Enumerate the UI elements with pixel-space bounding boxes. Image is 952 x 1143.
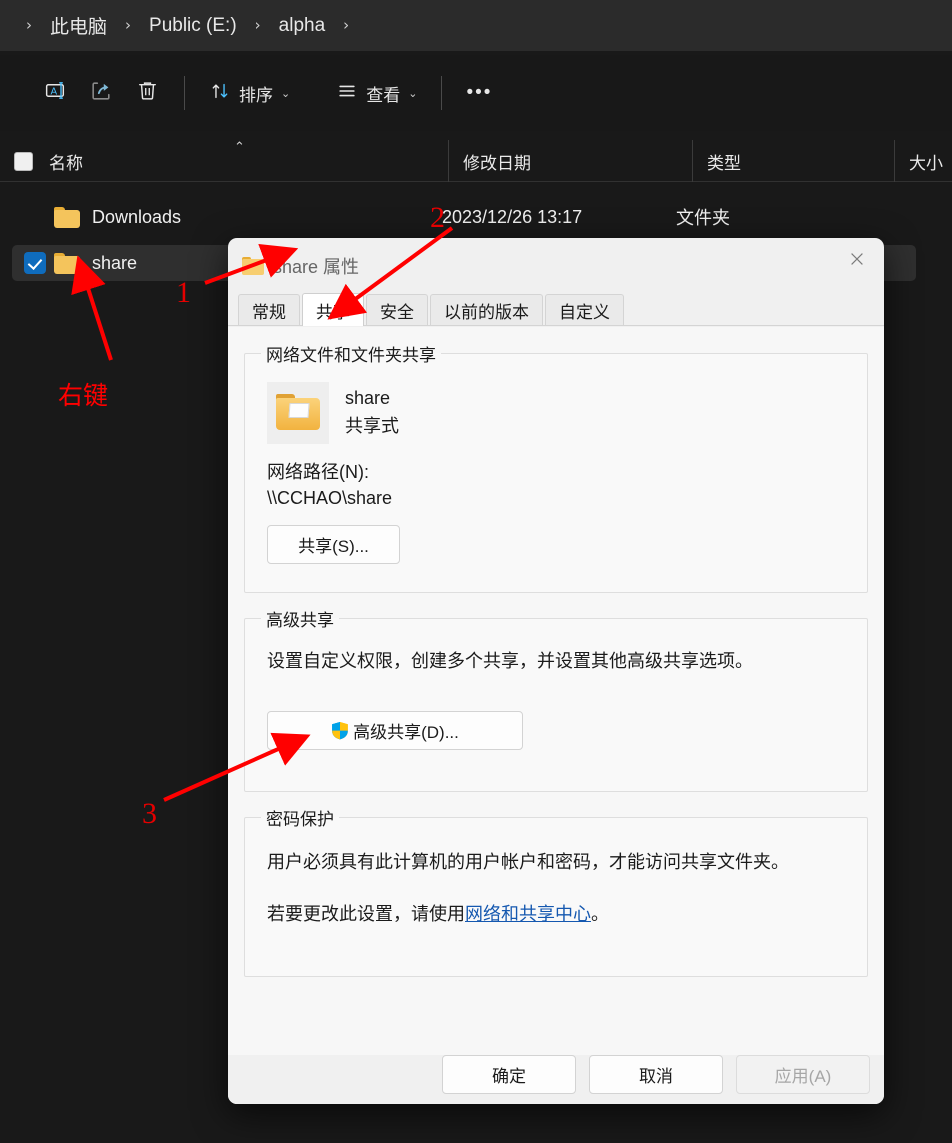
dialog-title: share 属性 [273, 257, 360, 277]
delete-button[interactable] [124, 70, 170, 116]
close-icon [848, 249, 866, 273]
network-path-value: \\CCHAO\share [267, 488, 393, 508]
folder-icon [54, 252, 80, 274]
folder-icon [242, 257, 264, 275]
file-type-cell: 文件夹 [676, 208, 730, 228]
uac-shield-icon [331, 721, 349, 740]
shared-folder-state: 共享式 [345, 416, 399, 436]
share-button[interactable] [78, 70, 124, 116]
column-header-date-modified[interactable]: 修改日期 [448, 140, 692, 182]
share-button[interactable]: 共享(S)... [267, 525, 400, 564]
apply-button[interactable]: 应用(A) [736, 1055, 870, 1094]
chevron-right-icon[interactable]: › [247, 18, 269, 33]
breadcrumb-separator-leading-icon: › [26, 16, 32, 34]
breadcrumb-public-e[interactable]: Public (E:) [139, 12, 247, 40]
advanced-sharing-group: 高级共享 设置自定义权限，创建多个共享，并设置其他高级共享选项。 高级共享(D)… [244, 606, 868, 792]
network-sharing-group: 网络文件和文件夹共享 share 共享式 网络路径(N): \\CCHAO\sh… [244, 341, 868, 593]
password-protection-legend: 密码保护 [266, 810, 334, 829]
rename-button[interactable]: A [32, 70, 78, 116]
command-bar: A 排序 ⌄ 查看 ⌄ ••• [0, 55, 952, 131]
sort-label: 排序 [239, 85, 273, 105]
password-protection-line2: 若要更改此设置，请使用网络和共享中心。 [267, 900, 851, 926]
network-sharing-legend: 网络文件和文件夹共享 [266, 346, 436, 365]
breadcrumb-this-pc[interactable]: 此电脑 [40, 9, 117, 42]
address-bar[interactable]: › 此电脑 › Public (E:) › alpha › [0, 0, 952, 51]
password-protection-line2-prefix: 若要更改此设置，请使用 [267, 904, 465, 924]
column-header-size-label: 大小 [909, 153, 943, 173]
ok-button[interactable]: 确定 [442, 1055, 576, 1094]
column-header-name-label: 名称 [49, 153, 83, 173]
cancel-button[interactable]: 取消 [589, 1055, 723, 1094]
file-name-label: share [92, 252, 138, 273]
shared-folder-name: share [345, 388, 391, 409]
tab-sharing[interactable]: 共享 [302, 293, 364, 326]
shared-folder-icon [267, 382, 329, 444]
dialog-footer: 确定 取消 应用(A) [228, 1055, 884, 1104]
file-name-cell: Downloads [12, 206, 442, 228]
file-date-cell: 2023/12/26 13:17 [442, 206, 583, 227]
tab-security[interactable]: 安全 [366, 294, 428, 325]
file-name-label: Downloads [92, 206, 182, 227]
tab-previous-versions[interactable]: 以前的版本 [430, 294, 543, 325]
view-label: 查看 [366, 85, 401, 105]
share-icon [89, 78, 114, 108]
shared-folder-identity: share 共享式 [267, 382, 851, 444]
advanced-sharing-legend: 高级共享 [266, 611, 334, 630]
view-button[interactable]: 查看 ⌄ [326, 70, 427, 116]
share-properties-dialog: share 属性 常规 共享 安全 以前的版本 自定义 网络文件和文件夹共享 s [228, 238, 884, 1104]
column-header-type[interactable]: 类型 [692, 140, 894, 182]
chevron-down-icon: ⌄ [281, 86, 291, 100]
dialog-tab-strip: 常规 共享 安全 以前的版本 自定义 [228, 293, 884, 326]
more-options-button[interactable]: ••• [456, 70, 502, 116]
chevron-right-icon[interactable]: › [335, 18, 357, 33]
column-header-name[interactable]: 名称 [0, 140, 448, 182]
advanced-sharing-button-label: 高级共享(D)... [353, 723, 459, 742]
column-header-date-label: 修改日期 [463, 153, 531, 173]
tab-customize[interactable]: 自定义 [545, 294, 624, 325]
sort-indicator-icon: ⌃ [234, 140, 245, 155]
chevron-down-icon: ⌄ [408, 86, 418, 100]
dialog-title-bar[interactable]: share 属性 [228, 238, 884, 294]
toolbar-divider [441, 76, 443, 110]
toolbar-divider [184, 76, 185, 110]
folder-icon [54, 206, 80, 228]
advanced-sharing-button[interactable]: 高级共享(D)... [267, 711, 523, 750]
sort-arrows-icon [209, 80, 231, 107]
row-checkbox[interactable] [24, 252, 46, 274]
ellipsis-icon: ••• [466, 82, 493, 103]
network-sharing-center-link[interactable]: 网络和共享中心 [465, 904, 591, 924]
select-all-checkbox[interactable] [14, 151, 33, 171]
shared-folder-text: share 共享式 [345, 385, 399, 441]
dialog-content: 网络文件和文件夹共享 share 共享式 网络路径(N): \\CCHAO\sh… [228, 327, 884, 1055]
svg-text:A: A [50, 86, 57, 97]
table-row[interactable]: Downloads 2023/12/26 13:17 文件夹 [12, 199, 916, 235]
tab-general[interactable]: 常规 [238, 294, 300, 325]
advanced-sharing-description: 设置自定义权限，创建多个共享，并设置其他高级共享选项。 [267, 651, 753, 671]
password-protection-line2-suffix: 。 [591, 904, 609, 924]
close-button[interactable] [830, 238, 884, 284]
trash-icon [135, 78, 160, 108]
list-lines-icon [336, 80, 358, 107]
network-path-label: 网络路径(N): [267, 462, 369, 482]
column-header-size[interactable]: 大小 [894, 140, 952, 182]
breadcrumb-alpha[interactable]: alpha [269, 12, 336, 40]
password-protection-group: 密码保护 用户必须具有此计算机的用户帐户和密码，才能访问共享文件夹。 若要更改此… [244, 805, 868, 977]
sort-button[interactable]: 排序 ⌄ [199, 70, 300, 116]
column-header-row: 名称 修改日期 类型 大小 [0, 140, 952, 182]
rename-icon: A [43, 78, 68, 108]
chevron-right-icon[interactable]: › [117, 18, 139, 33]
row-checkbox[interactable] [24, 206, 46, 228]
column-header-type-label: 类型 [707, 153, 741, 173]
password-protection-line1: 用户必须具有此计算机的用户帐户和密码，才能访问共享文件夹。 [267, 852, 789, 872]
